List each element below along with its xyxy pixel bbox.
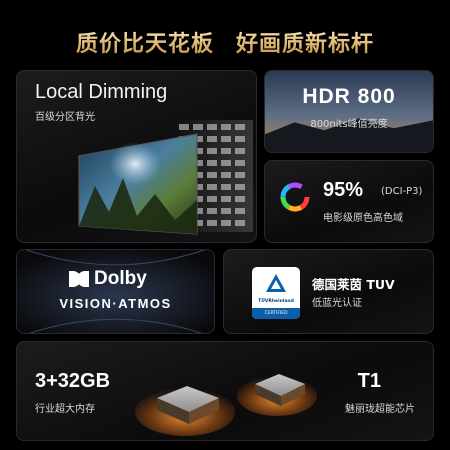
color-wheel-icon bbox=[280, 182, 310, 212]
local-dimming-card: Local Dimming 百级分区背光 bbox=[16, 70, 257, 243]
hdr-subtitle: 800nits峰值亮度 bbox=[310, 119, 388, 130]
memory-chip-card: 3+32GB 行业超大内存 T1 魅丽珑超能芯片 bbox=[16, 341, 434, 441]
tuv-badge-name: TÜVRheinland bbox=[258, 299, 294, 304]
tuv-badge: TÜVRheinland CERTIFIED bbox=[252, 267, 300, 319]
tuv-triangle-icon bbox=[252, 267, 300, 299]
backlight-zones-illustration bbox=[78, 120, 253, 235]
color-gamut-subtitle: 电影级原色高色域 bbox=[323, 213, 403, 224]
hdr-title: HDR 800 bbox=[302, 85, 396, 108]
chip-subtitle: 魅丽珑超能芯片 bbox=[345, 404, 415, 415]
tuv-title: 德国莱茵 TUV bbox=[312, 277, 395, 292]
dolby-features: VISION·ATMOS bbox=[59, 296, 172, 311]
tuv-subtitle: 低蓝光认证 bbox=[312, 298, 362, 309]
headline-left: 质价比天花板 bbox=[75, 32, 214, 57]
color-gamut-standard: (DCI-P3) bbox=[381, 186, 423, 197]
chip-title: T1 bbox=[357, 370, 381, 392]
local-dimming-title: Local Dimming bbox=[35, 81, 168, 103]
memory-title: 3+32GB bbox=[35, 370, 111, 392]
color-gamut-card: 95% (DCI-P3) 电影级原色高色域 bbox=[264, 160, 434, 243]
dolby-double-d-icon bbox=[69, 271, 89, 287]
chips-illustration bbox=[135, 374, 317, 436]
page-headline: 质价比天花板 好画质新标杆 bbox=[0, 24, 450, 60]
dolby-brand: Dolby bbox=[94, 268, 147, 289]
dolby-logo: Dolby bbox=[69, 268, 147, 290]
hdr-landscape-background bbox=[265, 71, 433, 152]
memory-subtitle: 行业超大内存 bbox=[35, 404, 95, 415]
color-gamut-percent: 95% bbox=[323, 179, 364, 201]
dolby-stage-background bbox=[17, 250, 214, 333]
dolby-card: Dolby VISION·ATMOS bbox=[16, 249, 215, 334]
tuv-badge-certified: CERTIFIED bbox=[252, 308, 300, 319]
tuv-card: TÜVRheinland CERTIFIED 德国莱茵 TUV 低蓝光认证 bbox=[223, 249, 434, 334]
hdr-card: HDR 800 800nits峰值亮度 bbox=[264, 70, 434, 153]
headline-right: 好画质新标杆 bbox=[236, 32, 375, 57]
